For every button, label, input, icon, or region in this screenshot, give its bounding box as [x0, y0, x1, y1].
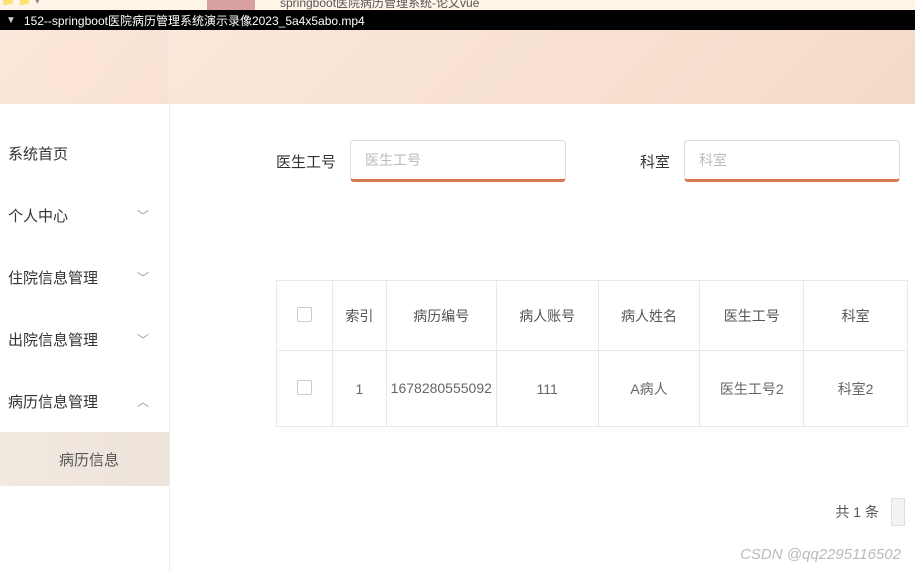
pagination: 共 1 条 [835, 498, 905, 526]
row-checkbox[interactable] [297, 380, 312, 395]
menu-home[interactable]: 系统首页 [0, 122, 169, 184]
header-record-code: 病历编号 [386, 281, 496, 351]
cell-record-code: 1678280555092 [386, 351, 496, 427]
page-button[interactable] [891, 498, 905, 526]
menu-admission[interactable]: 住院信息管理 ﹀ [0, 246, 169, 308]
watermark: CSDN @qq2295116502 [740, 546, 901, 563]
cell-patient-account: 111 [496, 351, 598, 427]
table-container: 索引 病历编号 病人账号 病人姓名 医生工号 科室 1 167828055509… [276, 280, 915, 427]
menu-label: 系统首页 [8, 143, 68, 164]
content: 医生工号 科室 索引 病历编号 病人账号 病人姓名 医生工号 [170, 30, 915, 571]
menu-label: 出院信息管理 [8, 329, 98, 350]
menu-label: 个人中心 [8, 205, 68, 226]
sidebar-header [0, 30, 169, 104]
records-table: 索引 病历编号 病人账号 病人姓名 医生工号 科室 1 167828055509… [276, 280, 908, 427]
menu: 系统首页 个人中心 ﹀ 住院信息管理 ﹀ 出院信息管理 ﹀ 病历信息管理 ︿ 病… [0, 104, 169, 486]
chevron-down-icon: ﹀ [137, 269, 149, 286]
avatar[interactable] [48, 40, 102, 94]
titlebar-filename: 152--springboot医院病历管理系统演示录像2023_5a4x5abo… [24, 12, 365, 29]
tab-button[interactable] [207, 0, 255, 10]
sidebar: 系统首页 个人中心 ﹀ 住院信息管理 ﹀ 出院信息管理 ﹀ 病历信息管理 ︿ 病… [0, 30, 170, 571]
cell-doctor-id: 医生工号2 [700, 351, 804, 427]
search-bar: 医生工号 科室 [170, 104, 915, 182]
menu-personal[interactable]: 个人中心 ﹀ [0, 184, 169, 246]
chevron-up-icon: ︿ [137, 393, 149, 410]
chevron-down-icon: ﹀ [137, 331, 149, 348]
menu-records[interactable]: 病历信息管理 ︿ [0, 370, 169, 432]
doctor-input[interactable] [350, 140, 566, 182]
back-arrow-icon[interactable]: ▼ [6, 15, 16, 26]
header-patient-account: 病人账号 [496, 281, 598, 351]
doctor-label: 医生工号 [276, 151, 336, 172]
table-header-row: 索引 病历编号 病人账号 病人姓名 医生工号 科室 [277, 281, 908, 351]
header-department: 科室 [804, 281, 908, 351]
submenu-records-info[interactable]: 病历信息 [0, 432, 169, 486]
submenu-label: 病历信息 [59, 449, 119, 470]
titlebar: ▼ 152--springboot医院病历管理系统演示录像2023_5a4x5a… [0, 10, 915, 30]
header-checkbox [277, 281, 333, 351]
header-doctor-id: 医生工号 [700, 281, 804, 351]
cell-patient-name: A病人 [598, 351, 700, 427]
search-dept-group: 科室 [640, 140, 900, 182]
menu-discharge[interactable]: 出院信息管理 ﹀ [0, 308, 169, 370]
window-tab-bar: 📁📁▾ springboot医院病历管理系统-论文vue [0, 0, 915, 10]
dept-input[interactable] [684, 140, 900, 182]
cell-checkbox [277, 351, 333, 427]
cell-department: 科室2 [804, 351, 908, 427]
menu-label: 病历信息管理 [8, 391, 98, 412]
dept-label: 科室 [640, 151, 670, 172]
menu-label: 住院信息管理 [8, 267, 98, 288]
folder-icons: 📁📁▾ [2, 0, 44, 7]
cell-index: 1 [332, 351, 386, 427]
table-row[interactable]: 1 1678280555092 111 A病人 医生工号2 科室2 [277, 351, 908, 427]
header-index: 索引 [332, 281, 386, 351]
checkbox-all[interactable] [297, 307, 312, 322]
header-patient-name: 病人姓名 [598, 281, 700, 351]
chevron-down-icon: ﹀ [137, 207, 149, 224]
search-doctor-group: 医生工号 [276, 140, 566, 182]
content-header [170, 30, 915, 104]
pagination-total: 共 1 条 [835, 502, 879, 522]
tab-text: springboot医院病历管理系统-论文vue [280, 0, 479, 10]
